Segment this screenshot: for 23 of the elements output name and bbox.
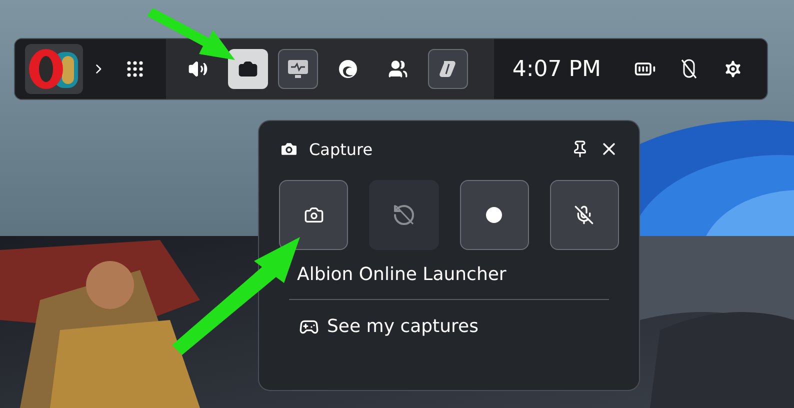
app-tile[interactable] [25, 44, 82, 94]
grid-icon [126, 60, 144, 78]
browser-icon [338, 59, 358, 79]
clock: 4:07 PM [512, 56, 601, 82]
widget-button[interactable] [428, 49, 468, 89]
mouse-off-icon [679, 58, 699, 80]
assistant-icon [438, 59, 458, 79]
speaker-icon [188, 59, 208, 79]
record-icon [486, 207, 502, 223]
mic-off-icon [574, 205, 594, 225]
panel-title: Capture [309, 140, 374, 158]
widget-button[interactable] [228, 49, 268, 89]
people-icon [388, 59, 408, 79]
widget-button[interactable] [278, 49, 318, 89]
app-name: Albion Online Launcher [297, 264, 508, 285]
monitor-icon [287, 59, 309, 79]
screenshot-button[interactable] [279, 180, 348, 250]
record-button[interactable] [460, 180, 529, 250]
camera-icon [238, 59, 258, 79]
camera-icon [304, 205, 324, 225]
microphone-button[interactable] [550, 180, 619, 250]
captures-link[interactable]: See my captures [299, 316, 619, 337]
pin-icon[interactable] [571, 140, 589, 158]
